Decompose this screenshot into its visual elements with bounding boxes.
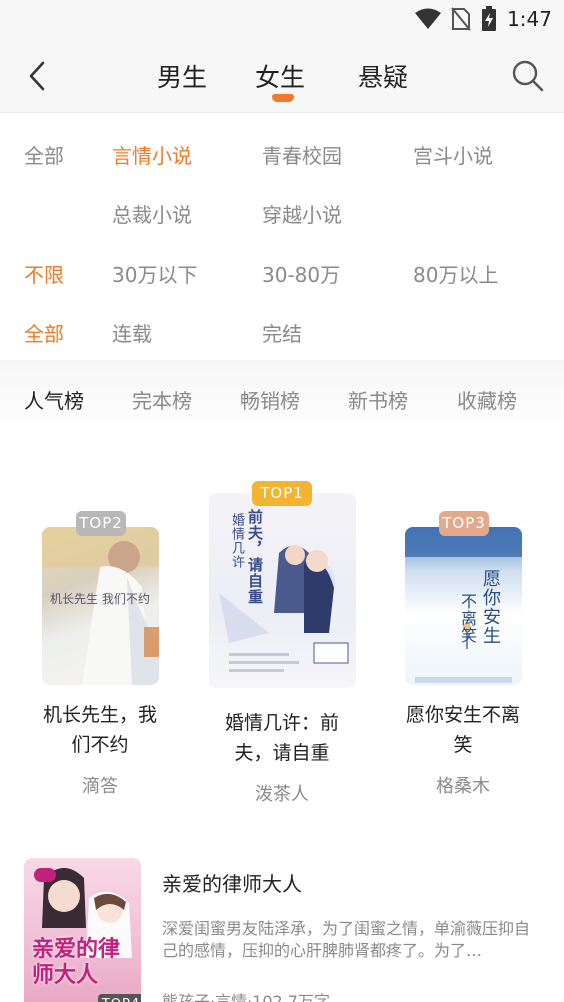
rank-badge: TOP1 <box>252 481 312 506</box>
status-time: 1:47 <box>507 7 552 31</box>
book-author: 泼茶人 <box>255 784 309 805</box>
book-title: 机长先生，我 们不约 <box>30 700 170 760</box>
tab-popular-rank[interactable]: 人气榜 <box>24 385 84 414</box>
book-cover: 婚情几许 前夫，请自重 <box>209 493 356 688</box>
rank-badge: TOP4 <box>98 994 141 1002</box>
filter-panel: 全部 言情小说 青春校园 宫斗小说 总裁小说 穿越小说 不限 30万以下 30-… <box>0 114 564 360</box>
book-author: 格桑木 <box>436 776 490 797</box>
book-cover: 愿你安生 不离笑 <box>405 527 522 685</box>
book-description: 深爱闺蜜男友陆泽承，为了闺蜜之情，单渝薇压抑自己的感情，压抑的心肝脾肺肾都疼了。… <box>162 919 531 960</box>
filter-status-completed[interactable]: 完结 <box>262 318 302 347</box>
book-author: 滴答 <box>82 776 118 797</box>
book-title-line: 婚情几许：前 <box>224 712 339 734</box>
book-title: 亲爱的律师大人 <box>162 872 302 896</box>
cover-title-text: 婚情几许 <box>229 513 244 569</box>
tab-mystery[interactable]: 悬疑 <box>358 58 408 94</box>
status-bar: 1:47 <box>0 0 564 40</box>
chevron-left-icon <box>29 61 45 91</box>
filter-category-romance[interactable]: 言情小说 <box>112 140 192 169</box>
filter-length-over-800k[interactable]: 80万以上 <box>413 259 498 288</box>
filter-category-all[interactable]: 全部 <box>24 140 64 169</box>
cover-title-text: 不离笑 <box>458 593 477 644</box>
filter-status-ongoing[interactable]: 连载 <box>112 318 152 347</box>
tab-new-book-rank[interactable]: 新书榜 <box>348 385 408 414</box>
book-title-line: 夫，请自重 <box>234 742 330 764</box>
filter-length-300k-800k[interactable]: 30-80万 <box>262 259 340 288</box>
publisher-logo <box>34 868 56 882</box>
back-button[interactable] <box>18 56 58 96</box>
book-cover: 亲爱的律师大人 TOP4 <box>24 858 141 1002</box>
tab-bestseller-rank[interactable]: 畅销榜 <box>240 385 300 414</box>
battery-charging-icon <box>482 6 497 31</box>
ranking-tabs: 人气榜 完本榜 畅销榜 新书榜 收藏榜 <box>0 360 564 438</box>
filter-category-campus[interactable]: 青春校园 <box>262 140 342 169</box>
search-button[interactable] <box>508 56 548 96</box>
cover-title-text: 愿你安生 <box>480 569 501 645</box>
tab-completed-rank[interactable]: 完本榜 <box>132 385 192 414</box>
book-title-line: 们不约 <box>71 734 129 756</box>
book-meta: 熊孩子·言情·102.7万字 <box>162 992 330 1002</box>
search-icon <box>512 60 544 92</box>
rank-badge: TOP2 <box>76 511 126 536</box>
filter-category-ceo[interactable]: 总裁小说 <box>112 199 192 228</box>
no-sim-icon <box>451 7 471 31</box>
filter-length-under-300k[interactable]: 30万以下 <box>112 259 197 288</box>
filter-category-palace[interactable]: 宫斗小说 <box>413 140 493 169</box>
book-title-line: 机长先生，我 <box>42 704 157 726</box>
tab-female[interactable]: 女生 <box>255 58 305 94</box>
cover-title-text: 前夫，请自重 <box>246 509 264 605</box>
wifi-icon <box>415 8 442 29</box>
filter-length-any[interactable]: 不限 <box>24 259 64 288</box>
rank-badge: TOP3 <box>439 511 489 536</box>
cover-title-text: 机长先生 我们不约 <box>50 592 150 606</box>
filter-category-time-travel[interactable]: 穿越小说 <box>262 199 342 228</box>
book-cover: 机长先生 我们不约 <box>42 527 159 685</box>
active-tab-indicator <box>272 94 294 102</box>
filter-status-all[interactable]: 全部 <box>24 318 64 347</box>
book-title: 愿你安生不离 笑 <box>393 700 533 760</box>
book-title-line: 笑 <box>453 734 473 756</box>
book-title: 婚情几许：前 夫，请自重 <box>212 708 352 768</box>
tab-male[interactable]: 男生 <box>157 58 207 94</box>
cover-title-text: 亲爱的律师大人 <box>32 936 121 988</box>
book-title-line: 愿你安生不离 <box>405 704 520 726</box>
top-nav-bar: 男生 女生 悬疑 <box>0 40 564 113</box>
tab-favorites-rank[interactable]: 收藏榜 <box>457 385 517 414</box>
status-icons: 1:47 <box>415 6 552 32</box>
